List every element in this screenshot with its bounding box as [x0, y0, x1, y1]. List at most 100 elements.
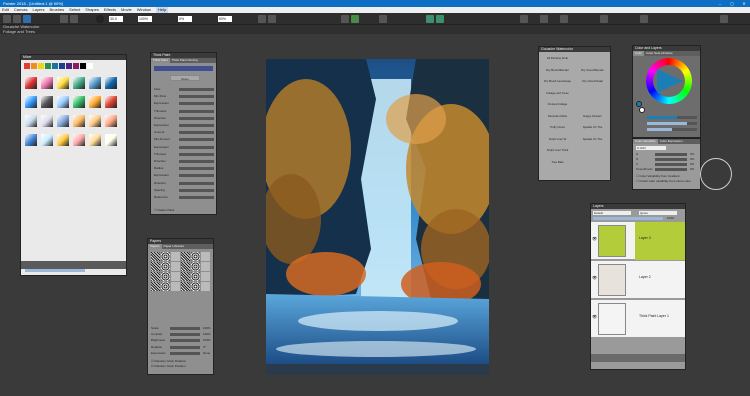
mixer-color-cell[interactable]	[89, 96, 101, 108]
paper-checkbox[interactable]: ☑ Random Grain Position	[151, 364, 186, 368]
mixer-color-cell[interactable]	[41, 115, 53, 127]
paper-texture-thumb[interactable]	[181, 282, 190, 291]
grid-icon[interactable]	[351, 15, 359, 23]
thick-paint-setting-slider[interactable]	[179, 167, 214, 171]
save-icon[interactable]	[560, 15, 568, 23]
paper-texture-thumb[interactable]	[161, 262, 170, 271]
paper-texture-thumb[interactable]	[201, 282, 210, 291]
mixer-color-cell[interactable]	[73, 96, 85, 108]
layer-visibility-icon[interactable]: 👁	[592, 314, 597, 319]
tab-paper-libraries[interactable]: Paper Libraries	[162, 244, 186, 249]
thick-paint-setting-slider[interactable]	[179, 145, 214, 149]
mixer-color-cell[interactable]	[73, 134, 85, 146]
paper-texture-thumb[interactable]	[171, 282, 180, 291]
mixer-color-cell[interactable]	[57, 77, 69, 89]
transform-icon[interactable]	[258, 15, 266, 23]
brush-variant-item[interactable]: Dry Brush Blender	[541, 67, 574, 73]
mixer-color-cell[interactable]	[89, 115, 101, 127]
color-icon[interactable]	[426, 15, 434, 23]
mixer-color-cell[interactable]	[105, 115, 117, 127]
mixer-color-cell[interactable]	[105, 96, 117, 108]
stroke-icon[interactable]	[70, 15, 78, 23]
variability-slider[interactable]	[655, 163, 687, 166]
close-icon[interactable]: ✕	[738, 0, 750, 7]
paper-slider[interactable]	[170, 327, 200, 330]
paper-texture-thumb[interactable]	[201, 252, 210, 261]
thick-paint-setting-slider[interactable]	[179, 124, 214, 127]
brush-variant-item[interactable]: Sparkle On The	[576, 124, 609, 130]
workspace-icon[interactable]	[600, 15, 608, 23]
thick-paint-setting-slider[interactable]	[179, 138, 214, 142]
tab-thick-paint[interactable]: Thick Paint	[151, 58, 170, 63]
thick-paint-setting-slider[interactable]	[179, 102, 214, 106]
variability-slider[interactable]	[655, 168, 687, 171]
brush-variant-item[interactable]: Puffy Cloud	[541, 124, 574, 130]
paper-texture-thumb[interactable]	[161, 282, 170, 291]
help-icon[interactable]	[720, 15, 728, 23]
paper-texture-thumb[interactable]	[191, 262, 200, 271]
brush-variant-item[interactable]: Frosted Foliage	[541, 101, 574, 107]
mixer-color-swatch[interactable]	[66, 63, 72, 69]
undo-icon[interactable]	[520, 15, 528, 23]
size-field[interactable]: 30.0	[109, 16, 123, 22]
mixer-color-swatch[interactable]	[24, 63, 30, 69]
layer-visibility-icon[interactable]: 👁	[592, 236, 597, 241]
rotate-icon[interactable]	[268, 15, 276, 23]
thick-paint-setting-slider[interactable]	[179, 181, 214, 185]
flatten-paint-checkbox[interactable]: ☐ Flatten Paint	[154, 208, 174, 212]
thick-paint-setting-slider[interactable]	[179, 116, 214, 120]
tab-color-variability[interactable]: Color Variability	[633, 139, 658, 144]
variability-slider[interactable]	[655, 158, 687, 161]
mixer-color-swatch[interactable]	[59, 63, 65, 69]
mixer-color-cell[interactable]	[57, 96, 69, 108]
mixer-color-swatch[interactable]	[87, 63, 93, 69]
mixer-color-swatch[interactable]	[80, 63, 86, 69]
brush-variant-item[interactable]: Script Liner W	[541, 136, 574, 142]
paper-texture-thumb[interactable]	[181, 262, 190, 271]
paper-texture-thumb[interactable]	[151, 272, 160, 281]
mixer-color-cell[interactable]	[41, 96, 53, 108]
variability-mode-select[interactable]: In HSV	[636, 146, 666, 150]
paper-slider[interactable]	[170, 333, 200, 337]
thick-paint-setting-slider[interactable]	[179, 160, 214, 163]
brush-variant-item[interactable]: Happy Flowers	[576, 113, 609, 119]
thick-paint-setting-slider[interactable]	[179, 95, 214, 99]
brush-variant-item[interactable]: Dry Cloud Detail	[576, 78, 609, 84]
composite-depth-select[interactable]: Ignore	[639, 211, 677, 215]
paper-texture-thumb[interactable]	[151, 262, 160, 271]
tab-color-sets[interactable]: Color Sets Libraries	[644, 51, 674, 56]
layer-opacity-slider[interactable]	[593, 217, 663, 220]
layer-row[interactable]: 👁 Layer 2	[591, 261, 685, 299]
mixer-color-cell[interactable]	[89, 134, 101, 146]
palette-icon[interactable]	[640, 15, 648, 23]
selection-icon[interactable]	[23, 15, 31, 23]
paper-slider[interactable]	[170, 351, 200, 355]
layer-row[interactable]: 👁 Layer 3	[591, 222, 685, 260]
mixer-color-cell[interactable]	[25, 115, 37, 127]
variability-slider[interactable]	[655, 153, 687, 156]
thick-paint-setting-slider[interactable]	[179, 109, 214, 113]
paper-checkbox[interactable]: ☑ Random Grain Rotation	[151, 359, 186, 363]
paper-texture-thumb[interactable]	[191, 282, 200, 291]
opacity-field[interactable]: 100%	[138, 16, 152, 22]
mixer-color-cell[interactable]	[57, 115, 69, 127]
mixer-color-swatch[interactable]	[45, 63, 51, 69]
paper-texture-thumb[interactable]	[151, 282, 160, 291]
thick-paint-setting-slider[interactable]	[179, 152, 214, 156]
brush-variant-item[interactable]: Mountain Mists	[541, 113, 574, 119]
paper-texture-thumb[interactable]	[201, 272, 210, 281]
mixer-color-cell[interactable]	[25, 134, 37, 146]
painting-canvas[interactable]	[266, 59, 489, 375]
variability-checkbox[interactable]: ☐ Color Variability from Gradient	[636, 174, 680, 178]
thick-paint-setting-slider[interactable]	[179, 196, 214, 199]
paper-texture-thumb[interactable]	[181, 252, 190, 261]
mixer-color-cell[interactable]	[89, 77, 101, 89]
paper-texture-thumb[interactable]	[191, 272, 200, 281]
mixer-color-cell[interactable]	[57, 134, 69, 146]
hue-slider[interactable]	[647, 116, 697, 119]
snap-icon[interactable]	[379, 15, 387, 23]
reset-tool-icon[interactable]	[60, 15, 68, 23]
thick-paint-setting-slider[interactable]	[179, 131, 214, 135]
zoom-field[interactable]: 50%	[218, 16, 232, 22]
paper-texture-thumb[interactable]	[161, 272, 170, 281]
